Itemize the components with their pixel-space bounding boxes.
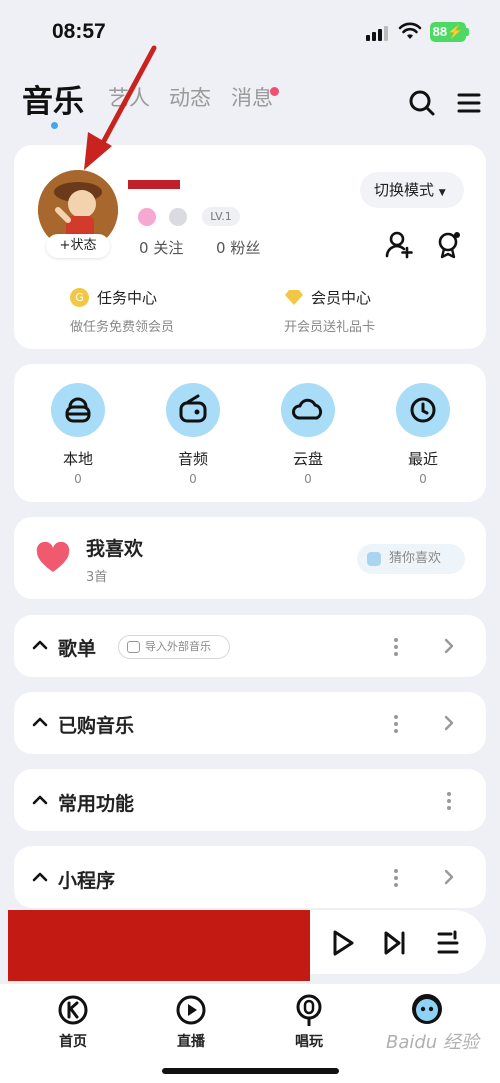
local-button[interactable] (51, 383, 105, 437)
add-friend-icon[interactable] (384, 229, 414, 259)
heart-icon (36, 542, 70, 572)
common-functions-title: 常用功能 (58, 793, 135, 815)
import-icon (127, 641, 140, 653)
status-time: 08:57 (52, 20, 106, 43)
follow-count: 0 (139, 239, 149, 257)
task-center-icon: G (70, 288, 89, 307)
tab-messages[interactable]: 消息 (231, 82, 273, 112)
chevron-up-icon[interactable] (32, 795, 48, 805)
tab-music[interactable]: 音乐 (22, 76, 84, 121)
fans-label: 粉丝 (230, 239, 261, 257)
bag-icon (65, 397, 91, 423)
import-label: 导入外部音乐 (145, 640, 211, 653)
home-indicator (162, 1068, 339, 1074)
more-options-icon[interactable] (446, 790, 452, 810)
switch-mode-button[interactable]: 切换模式 ▼ (360, 172, 464, 208)
guess-icon (367, 552, 381, 566)
local-label: 本地 (62, 450, 93, 468)
recent-button[interactable] (396, 383, 450, 437)
rank-badge-icon (169, 208, 187, 226)
import-music-button[interactable]: 导入外部音乐 (118, 635, 230, 659)
tab-sing[interactable]: 唱玩 (274, 1031, 344, 1051)
add-status-button[interactable]: +状态 (46, 234, 110, 258)
tab-live[interactable]: 直播 (156, 1031, 226, 1051)
mic-icon[interactable] (293, 994, 325, 1026)
search-icon[interactable] (407, 88, 437, 118)
active-tab-dot (51, 122, 58, 129)
chevron-right-icon[interactable] (444, 715, 454, 731)
now-playing-redacted (8, 910, 310, 981)
cloud-label: 云盘 (292, 450, 323, 468)
more-options-icon[interactable] (393, 636, 399, 656)
message-notification-dot (270, 87, 279, 96)
playlist-title: 歌单 (58, 638, 97, 660)
chevron-up-icon[interactable] (32, 717, 48, 727)
cloud-count: 0 (304, 472, 312, 486)
chevron-up-icon[interactable] (32, 872, 48, 882)
task-center-subtitle: 做任务免费领会员 (70, 320, 175, 335)
baidu-watermark: Baidu 经验 (386, 1032, 479, 1053)
mini-programs-title: 小程序 (58, 870, 116, 892)
chevron-right-icon[interactable] (444, 869, 454, 885)
liked-count: 3首 (86, 570, 108, 585)
audio-label: 音频 (177, 450, 208, 468)
cellular-signal-icon (366, 25, 388, 41)
playlist-queue-icon[interactable] (436, 930, 460, 956)
clock-icon (410, 397, 436, 423)
vip-center-title[interactable]: 会员中心 (311, 287, 371, 308)
badge-icon[interactable] (434, 229, 464, 259)
wifi-icon (398, 22, 422, 39)
k-logo-icon[interactable] (57, 994, 89, 1026)
tab-feed[interactable]: 动态 (169, 82, 211, 112)
battery-indicator: 88⚡ (430, 22, 466, 42)
caret-down-icon: ▼ (438, 188, 446, 198)
play-icon[interactable] (330, 929, 356, 957)
audio-button[interactable] (166, 383, 220, 437)
battery-nub (466, 28, 469, 36)
guess-label: 猜你喜欢 (389, 551, 442, 566)
follow-stat[interactable]: 0 关注 (139, 237, 183, 258)
tab-artists[interactable]: 艺人 (108, 82, 150, 112)
fans-stat[interactable]: 0 粉丝 (216, 237, 260, 258)
fans-count: 0 (216, 239, 226, 257)
more-options-icon[interactable] (393, 867, 399, 887)
live-play-icon[interactable] (175, 994, 207, 1026)
switch-mode-label: 切换模式 (374, 181, 435, 199)
radio-icon (179, 394, 207, 423)
audio-count: 0 (189, 472, 197, 486)
follow-label: 关注 (153, 239, 184, 257)
menu-icon[interactable] (454, 88, 484, 118)
liked-title: 我喜欢 (86, 538, 144, 560)
purchased-title: 已购音乐 (58, 715, 135, 737)
mascot-icon[interactable] (410, 992, 444, 1026)
next-track-icon[interactable] (382, 929, 408, 957)
task-center-title[interactable]: 任务中心 (97, 287, 157, 308)
vip-center-subtitle: 开会员送礼品卡 (284, 320, 376, 335)
guess-you-like-button[interactable]: 猜你喜欢 (357, 544, 465, 574)
cloud-button[interactable] (281, 383, 335, 437)
recent-count: 0 (419, 472, 427, 486)
level-badge: LV.1 (202, 207, 240, 226)
username-redacted (128, 180, 180, 189)
vip-diamond-icon (285, 290, 303, 305)
vip-badge-icon (138, 208, 156, 226)
more-options-icon[interactable] (393, 713, 399, 733)
local-count: 0 (74, 472, 82, 486)
recent-label: 最近 (407, 450, 438, 468)
chevron-right-icon[interactable] (444, 638, 454, 654)
cloud-icon (292, 398, 323, 420)
tab-home[interactable]: 首页 (38, 1031, 108, 1051)
chevron-up-icon[interactable] (32, 640, 48, 650)
